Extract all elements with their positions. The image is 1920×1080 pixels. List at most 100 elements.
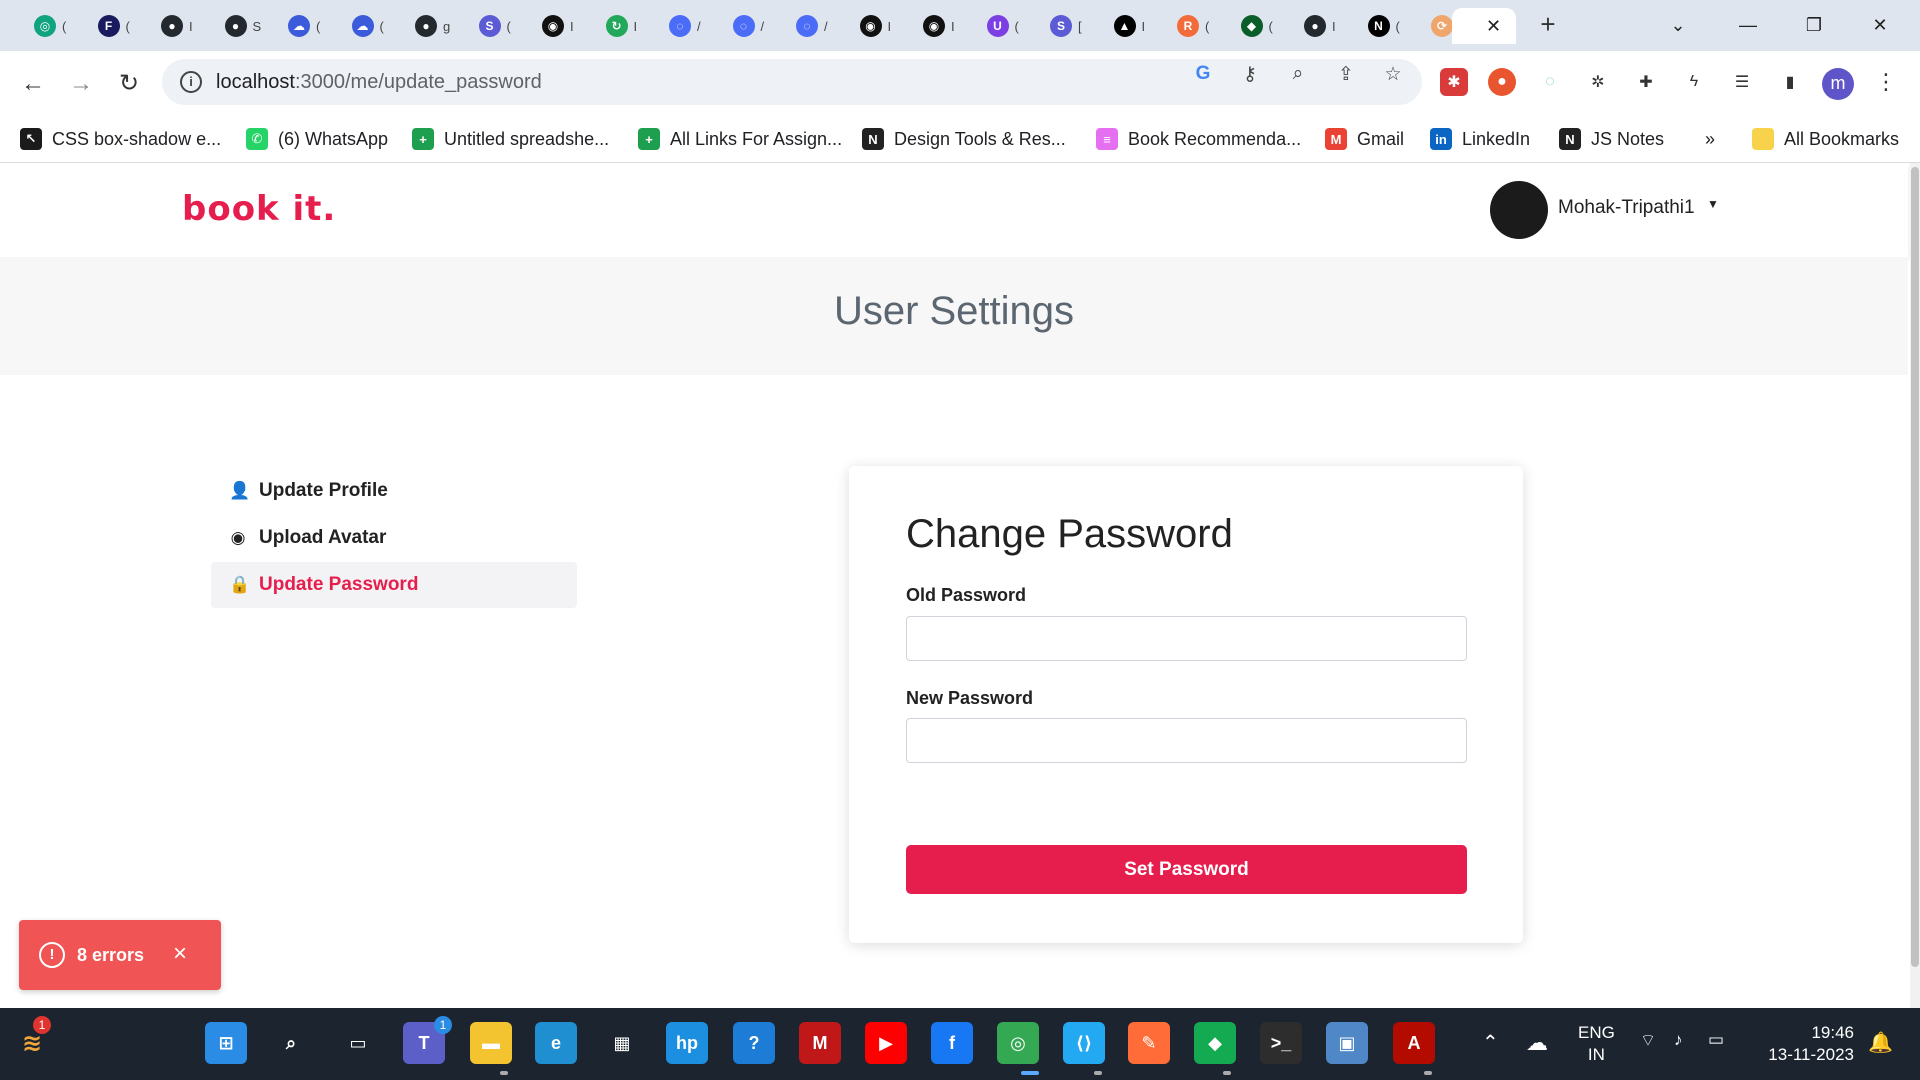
- language-indicator[interactable]: ENG IN: [1578, 1022, 1615, 1066]
- browser-tab[interactable]: ☁(: [274, 8, 334, 44]
- bookmark-item[interactable]: N Design Tools & Res...: [862, 124, 1066, 154]
- search-icon[interactable]: ⌕: [270, 1022, 312, 1064]
- reading-list-icon[interactable]: ☰: [1728, 68, 1756, 96]
- chevron-up-icon[interactable]: ⌃: [1482, 1030, 1499, 1055]
- google-lens-icon[interactable]: G: [1190, 63, 1216, 87]
- start-icon[interactable]: ⊞: [205, 1022, 247, 1064]
- url-text[interactable]: localhost:3000/me/update_password: [216, 71, 542, 94]
- browser-tab[interactable]: ◉ I: [846, 8, 906, 44]
- bookmark-item[interactable]: ↖ CSS box-shadow e...: [20, 124, 221, 154]
- taskview-icon[interactable]: ▭: [337, 1022, 379, 1064]
- browser-tab[interactable]: F(: [84, 8, 144, 44]
- profile-avatar[interactable]: m: [1822, 68, 1854, 100]
- bookmarks-overflow-icon[interactable]: »: [1705, 124, 1715, 154]
- browser-tab[interactable]: U(: [973, 8, 1033, 44]
- facebook-icon[interactable]: f: [931, 1022, 973, 1064]
- postman-icon[interactable]: ✎: [1128, 1022, 1170, 1064]
- sidebar-item-upload-avatar[interactable]: ◉ Upload Avatar: [211, 515, 577, 561]
- browser-tab[interactable]: ◌ /: [655, 8, 715, 44]
- set-password-button[interactable]: Set Password: [906, 845, 1467, 894]
- scrollbar-thumb[interactable]: [1911, 167, 1919, 967]
- app-logo[interactable]: book it.: [182, 189, 336, 229]
- vscode-icon[interactable]: ⟨⟩: [1063, 1022, 1105, 1064]
- username[interactable]: Mohak-Tripathi1: [1558, 197, 1695, 219]
- wifi-icon[interactable]: ⌔: [1640, 1030, 1656, 1051]
- youtube-icon[interactable]: ▶: [865, 1022, 907, 1064]
- extensions-puzzle-icon[interactable]: ✚: [1632, 68, 1660, 96]
- file-explorer-icon[interactable]: ▬: [470, 1022, 512, 1064]
- minimize-icon[interactable]: —: [1725, 10, 1771, 40]
- chevron-down-icon[interactable]: ⌄: [1655, 10, 1701, 40]
- scrollbar[interactable]: [1910, 163, 1920, 1008]
- colorpicker-extension-icon[interactable]: ●: [1488, 68, 1516, 96]
- browser-tab[interactable]: N(: [1354, 8, 1414, 44]
- browser-tab[interactable]: ● g: [401, 8, 461, 44]
- bookmark-item[interactable]: ≡ Book Recommenda...: [1096, 124, 1301, 154]
- reload-icon[interactable]: ↻: [112, 67, 146, 101]
- remote-desktop-icon[interactable]: ▣: [1326, 1022, 1368, 1064]
- system-clock[interactable]: 19:46 13-11-2023: [1760, 1022, 1854, 1066]
- close-tab-icon[interactable]: ✕: [1486, 16, 1501, 37]
- bookmark-item[interactable]: N JS Notes: [1559, 124, 1664, 154]
- browser-tab[interactable]: ◎(: [20, 8, 80, 44]
- notification-bell-icon[interactable]: 🔔: [1868, 1030, 1893, 1055]
- browser-tab[interactable]: S(: [465, 8, 525, 44]
- browser-menu-icon[interactable]: ⋮: [1872, 68, 1900, 96]
- browser-tab[interactable]: ● I: [147, 8, 207, 44]
- terminal-icon[interactable]: >_: [1260, 1022, 1302, 1064]
- onedrive-icon[interactable]: ☁: [1526, 1030, 1548, 1056]
- error-toast[interactable]: ! 8 errors ×: [19, 920, 221, 990]
- caret-down-icon[interactable]: ▼: [1707, 197, 1719, 211]
- battery-icon[interactable]: ▭: [1708, 1030, 1724, 1050]
- edge-icon[interactable]: e: [535, 1022, 577, 1064]
- address-bar[interactable]: i localhost:3000/me/update_password: [162, 59, 1422, 105]
- back-icon[interactable]: ←: [16, 67, 50, 101]
- bookmark-item[interactable]: + Untitled spreadshe...: [412, 124, 609, 154]
- restore-icon[interactable]: ❐: [1791, 10, 1837, 40]
- user-avatar[interactable]: [1490, 181, 1548, 239]
- bug-extension-icon[interactable]: ✲: [1584, 68, 1612, 96]
- volume-icon[interactable]: ♪: [1674, 1030, 1683, 1050]
- new-tab-button[interactable]: +: [1536, 11, 1560, 37]
- browser-tab[interactable]: ↻ I: [592, 8, 652, 44]
- close-window-icon[interactable]: ✕: [1857, 10, 1903, 40]
- bookmark-item[interactable]: M Gmail: [1325, 124, 1404, 154]
- browser-tab[interactable]: ● I: [1290, 8, 1350, 44]
- mongodb-icon[interactable]: ◆: [1194, 1022, 1236, 1064]
- mcafee-icon[interactable]: M: [799, 1022, 841, 1064]
- browser-tab[interactable]: ◉ I: [528, 8, 588, 44]
- zoom-icon[interactable]: ⌕: [1285, 63, 1311, 87]
- sidebar-item-update-password[interactable]: 🔒 Update Password: [211, 562, 577, 608]
- share-icon[interactable]: ⇪: [1333, 63, 1359, 87]
- circle-extension-icon[interactable]: ◌: [1536, 68, 1564, 96]
- browser-tab[interactable]: ☁(: [338, 8, 398, 44]
- performance-icon[interactable]: ϟ: [1680, 68, 1708, 96]
- browser-tab[interactable]: ◌ /: [719, 8, 779, 44]
- browser-tab[interactable]: S[: [1036, 8, 1096, 44]
- password-key-icon[interactable]: ⚷: [1237, 63, 1263, 87]
- forward-icon[interactable]: →: [64, 67, 98, 101]
- active-tab[interactable]: ✕: [1452, 8, 1516, 44]
- help-icon[interactable]: ?: [733, 1022, 775, 1064]
- browser-tab[interactable]: ▲ I: [1100, 8, 1160, 44]
- browser-tab[interactable]: ◉ I: [909, 8, 969, 44]
- bookmark-item[interactable]: + All Links For Assign...: [638, 124, 842, 154]
- browser-tab[interactable]: ◆(: [1227, 8, 1287, 44]
- browser-tab[interactable]: ● S: [211, 8, 271, 44]
- browser-tab[interactable]: R(: [1163, 8, 1223, 44]
- all-bookmarks-folder[interactable]: All Bookmarks: [1752, 124, 1899, 154]
- bookmark-item[interactable]: in LinkedIn: [1430, 124, 1530, 154]
- side-panel-icon[interactable]: ▮: [1776, 68, 1804, 96]
- store-icon[interactable]: ▦: [601, 1022, 643, 1064]
- close-icon[interactable]: ×: [173, 940, 187, 968]
- myhp-icon[interactable]: hp: [666, 1022, 708, 1064]
- sidebar-item-update-profile[interactable]: 👤 Update Profile: [211, 468, 577, 514]
- old-password-field[interactable]: [906, 616, 1467, 661]
- new-password-field[interactable]: [906, 718, 1467, 763]
- site-info-icon[interactable]: i: [180, 71, 202, 93]
- bookmark-item[interactable]: ✆ (6) WhatsApp: [246, 124, 388, 154]
- bookmark-star-icon[interactable]: ☆: [1380, 63, 1406, 87]
- browser-tab[interactable]: ◌ /: [782, 8, 842, 44]
- chrome-icon[interactable]: ◎: [997, 1022, 1039, 1064]
- acrobat-icon[interactable]: A: [1393, 1022, 1435, 1064]
